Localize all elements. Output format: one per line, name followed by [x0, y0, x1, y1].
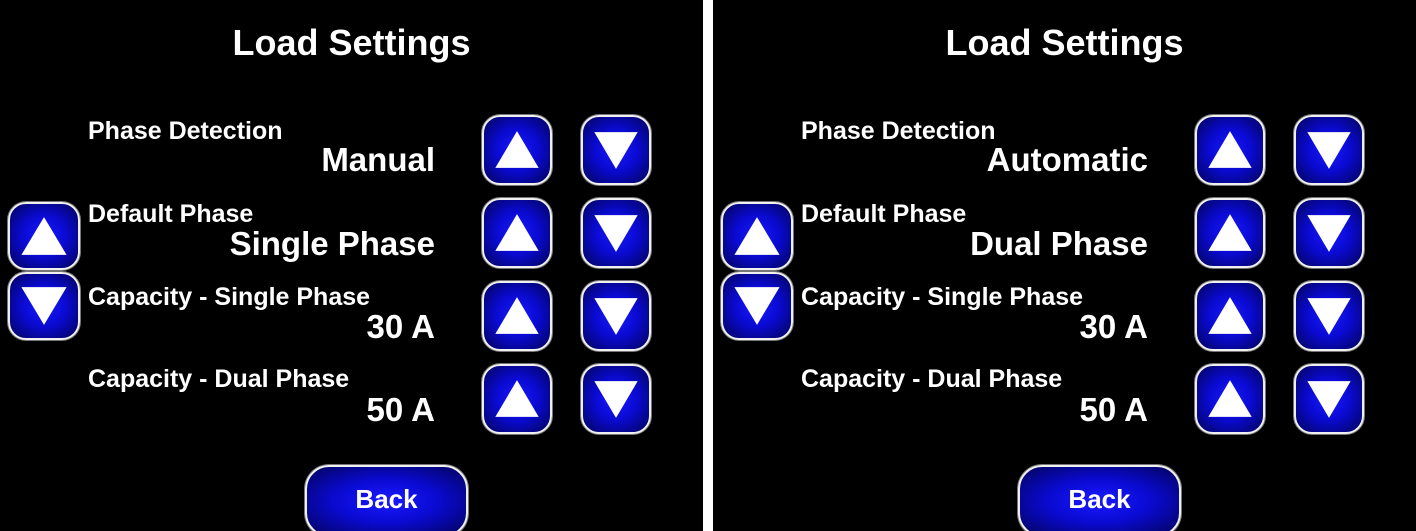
- default-phase-label: Default Phase: [88, 200, 254, 228]
- default-phase-label: Default Phase: [801, 200, 967, 228]
- scroll-down-button[interactable]: [721, 272, 793, 340]
- default-phase-value: Single Phase: [229, 225, 435, 262]
- default-phase-up-button[interactable]: [1195, 198, 1265, 268]
- capacity-single-phase-value: 30 A: [366, 308, 435, 345]
- arrow-up-icon: [1208, 380, 1252, 417]
- arrow-down-icon: [1307, 132, 1351, 169]
- capacity-dual-phase-up-button[interactable]: [482, 364, 552, 434]
- arrow-down-icon: [594, 132, 638, 169]
- arrow-down-icon: [594, 215, 638, 252]
- arrow-down-icon: [21, 287, 67, 325]
- phase-detection-down-button[interactable]: [1294, 115, 1364, 185]
- capacity-dual-phase-value: 50 A: [1079, 391, 1148, 428]
- arrow-down-icon: [1307, 381, 1351, 418]
- arrow-up-icon: [495, 297, 539, 334]
- scroll-down-button[interactable]: [8, 272, 80, 340]
- phase-detection-up-button[interactable]: [1195, 115, 1265, 185]
- arrow-down-icon: [594, 298, 638, 335]
- arrow-up-icon: [21, 217, 67, 255]
- default-phase-down-button[interactable]: [1294, 198, 1364, 268]
- arrow-down-icon: [594, 381, 638, 418]
- back-button[interactable]: Back: [305, 465, 468, 531]
- capacity-single-phase-down-button[interactable]: [581, 281, 651, 351]
- capacity-single-phase-down-button[interactable]: [1294, 281, 1364, 351]
- phase-detection-down-button[interactable]: [581, 115, 651, 185]
- arrow-up-icon: [1208, 214, 1252, 251]
- arrow-down-icon: [734, 287, 780, 325]
- capacity-single-phase-up-button[interactable]: [1195, 281, 1265, 351]
- capacity-single-phase-value: 30 A: [1079, 308, 1148, 345]
- default-phase-value: Dual Phase: [970, 225, 1148, 262]
- capacity-dual-phase-down-button[interactable]: [1294, 364, 1364, 434]
- capacity-dual-phase-label: Capacity - Dual Phase: [88, 365, 350, 393]
- phase-detection-value: Automatic: [986, 141, 1148, 178]
- arrow-down-icon: [1307, 215, 1351, 252]
- capacity-dual-phase-down-button[interactable]: [581, 364, 651, 434]
- scroll-up-button[interactable]: [721, 202, 793, 270]
- capacity-single-phase-up-button[interactable]: [482, 281, 552, 351]
- scroll-up-button[interactable]: [8, 202, 80, 270]
- load-settings-screen-manual: Load Settings Phase Detection Manual Def…: [0, 0, 703, 531]
- phase-detection-label: Phase Detection: [88, 117, 283, 145]
- capacity-dual-phase-up-button[interactable]: [1195, 364, 1265, 434]
- arrow-up-icon: [734, 217, 780, 255]
- phase-detection-up-button[interactable]: [482, 115, 552, 185]
- page-title: Load Settings: [945, 22, 1184, 63]
- back-button[interactable]: Back: [1018, 465, 1181, 531]
- page-title: Load Settings: [232, 22, 471, 63]
- default-phase-down-button[interactable]: [581, 198, 651, 268]
- arrow-up-icon: [495, 214, 539, 251]
- phase-detection-label: Phase Detection: [801, 117, 996, 145]
- capacity-single-phase-label: Capacity - Single Phase: [88, 283, 371, 311]
- arrow-down-icon: [1307, 298, 1351, 335]
- capacity-single-phase-label: Capacity - Single Phase: [801, 283, 1084, 311]
- arrow-up-icon: [1208, 131, 1252, 168]
- arrow-up-icon: [1208, 297, 1252, 334]
- default-phase-up-button[interactable]: [482, 198, 552, 268]
- arrow-up-icon: [495, 131, 539, 168]
- capacity-dual-phase-label: Capacity - Dual Phase: [801, 365, 1063, 393]
- load-settings-screen-automatic: Load Settings Phase Detection Automatic …: [713, 0, 1416, 531]
- arrow-up-icon: [495, 380, 539, 417]
- capacity-dual-phase-value: 50 A: [366, 391, 435, 428]
- phase-detection-value: Manual: [321, 141, 435, 178]
